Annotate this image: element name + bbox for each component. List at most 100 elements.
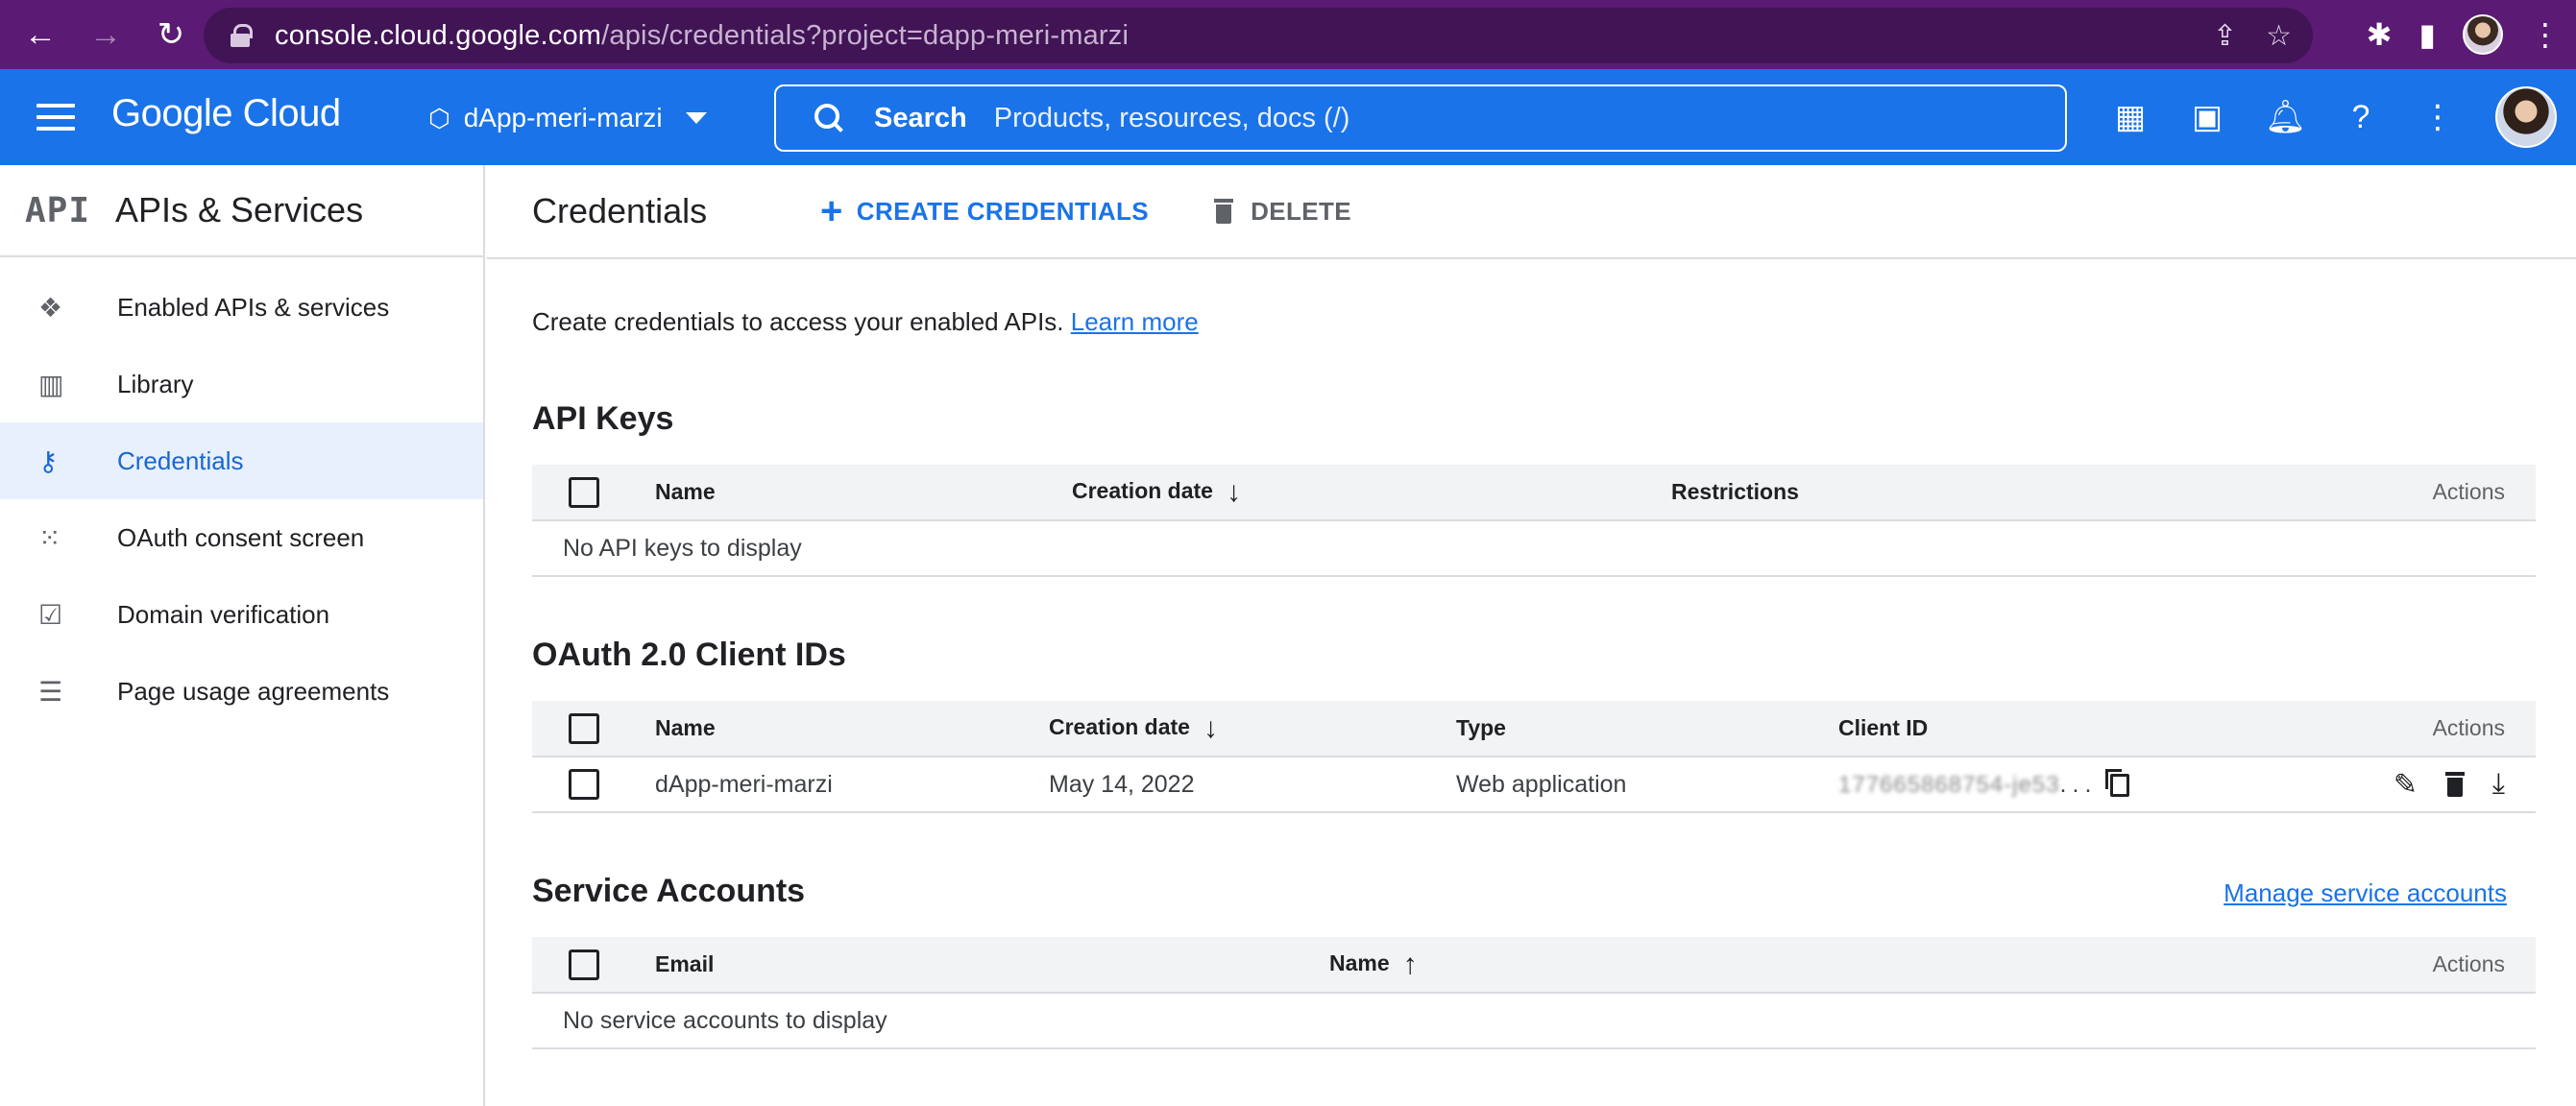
back-arrow-icon[interactable]: ← [21, 15, 60, 54]
select-all-checkbox[interactable] [569, 476, 599, 508]
manage-service-accounts-link[interactable]: Manage service accounts [2224, 878, 2507, 908]
column-name[interactable]: Name [655, 701, 1049, 757]
sidebar-item-label: Library [117, 369, 194, 398]
api-keys-title: API Keys [532, 400, 674, 437]
dots-icon: ⁙ [38, 522, 61, 553]
search-placeholder: Products, resources, docs (/) [993, 102, 1350, 133]
client-id-ellipsis: ... [2059, 770, 2098, 798]
side-panel-icon[interactable]: ▮ [2418, 16, 2436, 53]
more-vert-icon[interactable]: ⋮ [2418, 98, 2457, 136]
account-avatar[interactable] [2495, 86, 2557, 148]
client-name[interactable]: dApp-meri-marzi [655, 757, 1049, 813]
service-accounts-empty: No service accounts to display [532, 993, 2536, 1049]
sidebar-title: APIs & Services [115, 190, 364, 229]
header-actions: ▦ ▣ 🔔︎ ? ⋮ [2111, 69, 2557, 165]
sidebar-item-label: Page usage agreements [117, 676, 390, 706]
column-client-id: Client ID [1838, 701, 2242, 757]
page-title: Credentials [532, 191, 708, 230]
browser-menu-icon[interactable]: ⋮ [2530, 16, 2561, 53]
lock-icon[interactable] [231, 24, 253, 47]
sidebar-item-label: Credentials [117, 445, 244, 475]
column-email: Email [655, 937, 1329, 994]
intro-sentence: Create credentials to access your enable… [532, 307, 1064, 336]
sidebar-item-credentials[interactable]: ⚷ Credentials [0, 422, 483, 499]
select-all-checkbox[interactable] [569, 949, 599, 980]
column-label: Name [1329, 950, 1390, 975]
column-type: Type [1456, 701, 1838, 757]
column-creation-date[interactable]: Creation date ↓ [1049, 701, 1456, 757]
sidebar: API APIs & Services ❖ Enabled APIs & ser… [0, 165, 485, 1106]
column-label: Creation date [1072, 477, 1213, 503]
main-content: Credentials + CREATE CREDENTIALS DELETE … [487, 165, 2576, 1106]
column-creation-date[interactable]: Creation date ↓ [1072, 465, 1671, 521]
forward-arrow-icon[interactable]: → [86, 15, 125, 54]
help-icon[interactable]: ? [2342, 99, 2380, 136]
column-name[interactable]: Name ↑ [1329, 937, 1885, 994]
learn-more-link[interactable]: Learn more [1071, 307, 1199, 336]
url-text[interactable]: console.cloud.google.com/apis/credential… [275, 20, 1129, 52]
sidebar-item-library[interactable]: ▥ Library [0, 346, 483, 422]
hamburger-menu-icon[interactable] [36, 104, 75, 131]
bookmark-star-icon[interactable]: ☆ [2266, 19, 2292, 53]
google-cloud-logo[interactable]: Google Cloud [111, 92, 341, 135]
key-icon: ⚷ [38, 445, 59, 476]
column-label: Actions [2432, 951, 2505, 976]
arrow-down-icon: ↓ [1226, 475, 1241, 508]
sidebar-item-page-usage[interactable]: ☰ Page usage agreements [0, 653, 483, 730]
column-label: Actions [2432, 479, 2505, 504]
column-name[interactable]: Name [655, 465, 1072, 521]
client-id-redacted: 177665868754-je53 [1838, 771, 2060, 798]
select-all-cell [532, 937, 655, 994]
address-bar[interactable]: console.cloud.google.com/apis/credential… [204, 8, 2313, 63]
sidebar-item-domain-verification[interactable]: ☑ Domain verification [0, 576, 483, 653]
column-actions: Actions [2149, 465, 2536, 521]
project-selector[interactable]: ⬡ dApp-meri-marzi [428, 94, 707, 142]
column-label: Name [655, 479, 716, 504]
delete-button[interactable]: DELETE [1214, 197, 1351, 227]
checkbox-icon: ☑ [38, 599, 63, 630]
chevron-down-icon [685, 112, 707, 124]
table-header-row: Email Name ↑ Actions [532, 937, 2536, 994]
row-actions: ✎ ⤓ [2242, 757, 2536, 813]
sidebar-item-enabled-apis[interactable]: ❖ Enabled APIs & services [0, 269, 483, 346]
url-host: console.cloud.google.com [275, 19, 602, 51]
table-row: dApp-meri-marzi May 14, 2022 Web applica… [532, 757, 2536, 813]
download-icon[interactable]: ⤓ [2492, 768, 2505, 801]
api-icon: API [25, 190, 91, 230]
row-checkbox[interactable] [569, 769, 599, 800]
browser-profile-avatar[interactable] [2463, 14, 2503, 55]
column-label: Name [655, 715, 716, 740]
arrow-up-icon: ↑ [1402, 948, 1418, 980]
oauth-title: OAuth 2.0 Client IDs [532, 637, 846, 673]
notifications-bell-icon[interactable]: 🔔︎ [2265, 98, 2306, 136]
create-credentials-button[interactable]: + CREATE CREDENTIALS [820, 192, 1150, 230]
table-header-row: Name Creation date ↓ Type Client ID Actio… [532, 701, 2536, 757]
sidebar-item-label: Domain verification [117, 599, 330, 629]
delete-label: DELETE [1251, 196, 1352, 226]
cloud-shell-icon[interactable]: ▣ [2188, 98, 2226, 136]
settings-list-icon: ☰ [38, 676, 63, 707]
client-creation-date: May 14, 2022 [1049, 757, 1456, 813]
extensions-puzzle-icon[interactable]: ✱ [2367, 16, 2393, 53]
sidebar-header: API APIs & Services [0, 165, 483, 257]
project-name: dApp-meri-marzi [463, 103, 663, 132]
service-accounts-table: Email Name ↑ Actions No service accounts … [532, 937, 2536, 1049]
sidebar-item-oauth-consent[interactable]: ⁙ OAuth consent screen [0, 499, 483, 576]
create-credentials-label: CREATE CREDENTIALS [856, 196, 1150, 226]
search-input[interactable]: Search Products, resources, docs (/) [774, 84, 2067, 152]
table-row: No service accounts to display [532, 993, 2536, 1049]
gift-icon[interactable]: ▦ [2111, 98, 2150, 136]
copy-icon[interactable] [2105, 768, 2130, 797]
oauth-table: Name Creation date ↓ Type Client ID Actio… [532, 701, 2536, 813]
client-id-cell: 177665868754-je53... [1838, 757, 2242, 813]
edit-pencil-icon[interactable]: ✎ [2394, 768, 2418, 802]
share-icon[interactable]: ⇪ [2213, 19, 2237, 53]
select-all-checkbox[interactable] [569, 712, 599, 744]
api-keys-table: Name Creation date ↓ Restrictions Actions… [532, 465, 2536, 577]
column-label: Type [1456, 715, 1506, 740]
trash-icon[interactable] [2444, 772, 2465, 797]
table-row: No API keys to display [532, 520, 2536, 577]
reload-icon[interactable]: ↻ [152, 15, 190, 54]
select-all-cell [532, 465, 655, 521]
service-accounts-title: Service Accounts [532, 873, 806, 909]
